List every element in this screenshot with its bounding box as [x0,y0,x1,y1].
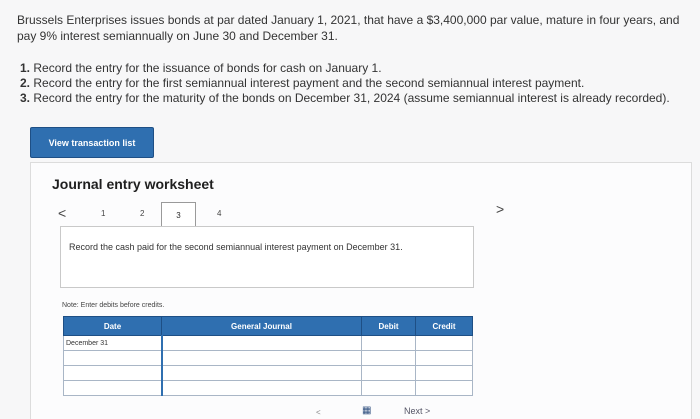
page-tab-3-active[interactable]: 3 [161,202,196,227]
view-transaction-list-button[interactable]: View transaction list [30,127,154,158]
grid-icon[interactable]: ▦ [362,405,371,416]
account-cell[interactable] [160,335,362,351]
account-cell[interactable] [160,365,362,381]
problem-statement: Brussels Enterprises issues bonds at par… [17,13,680,43]
task-list: 1. Record the entry for the issuance of … [20,61,680,106]
credit-cell[interactable] [415,350,473,366]
instruction-box [60,226,474,288]
note-text: Note: Enter debits before credits. [62,302,165,309]
page-tab-1[interactable]: 1 [101,209,105,218]
debit-cell[interactable] [361,350,416,366]
chevron-left-icon[interactable]: < [58,205,66,221]
worksheet-title: Journal entry worksheet [52,176,214,192]
debit-header: Debit [361,316,416,336]
account-cell[interactable] [160,350,362,366]
date-cell[interactable] [63,365,162,381]
journal-table: Date General Journal Debit Credit Decemb… [63,316,473,396]
page-tab-4[interactable]: 4 [217,209,221,218]
prev-arrow-icon[interactable]: < [316,408,321,417]
chevron-right-icon: > [425,406,431,416]
account-cell[interactable] [160,380,362,396]
general-journal-header: General Journal [161,316,362,336]
instruction-text: Record the cash paid for the second semi… [69,242,403,252]
date-cell[interactable] [63,350,162,366]
date-cell[interactable]: December 31 [63,335,162,351]
next-button[interactable]: Next > [404,406,430,416]
credit-cell[interactable] [415,335,473,351]
debit-cell[interactable] [361,365,416,381]
task-item: 2. Record the entry for the first semian… [20,76,585,90]
table-row [63,350,473,366]
date-cell[interactable] [63,380,162,396]
table-row: December 31 [63,335,473,351]
table-row [63,380,473,396]
debit-cell[interactable] [361,335,416,351]
table-row [63,365,473,381]
chevron-right-icon[interactable]: > [496,201,504,217]
debit-cell[interactable] [361,380,416,396]
credit-cell[interactable] [415,365,473,381]
date-header: Date [63,316,162,336]
credit-cell[interactable] [415,380,473,396]
credit-header: Credit [415,316,473,336]
task-item: 1. Record the entry for the issuance of … [20,61,382,75]
task-item: 3. Record the entry for the maturity of … [20,91,670,105]
page-tab-2[interactable]: 2 [140,209,144,218]
